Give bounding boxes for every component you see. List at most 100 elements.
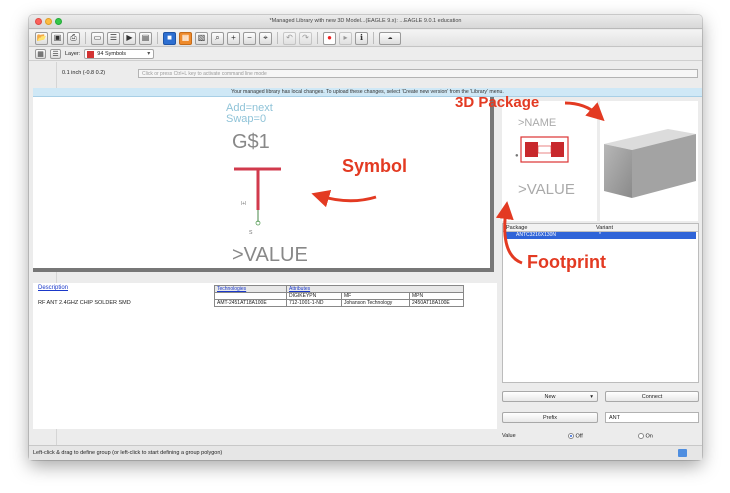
variant-name: *: [599, 232, 601, 238]
prefix-button[interactable]: Prefix: [502, 412, 598, 423]
device-icon[interactable]: ▧: [195, 31, 208, 45]
title-bar: *Managed Library with new 3D Model...(EA…: [29, 15, 702, 29]
layer-value: 94 Symbols: [97, 51, 127, 57]
symbol-canvas[interactable]: Add=next Swap=0 G$1 l+l s >VALUE: [33, 97, 494, 272]
zoom-out-icon[interactable]: −: [243, 31, 256, 45]
value-label: Value: [502, 433, 516, 439]
column-header: MPN: [409, 292, 464, 300]
swap-text: Swap=0: [226, 113, 266, 125]
layer-label: Layer:: [65, 51, 81, 57]
table-row: AMT-2451AT18A100E 712-1001-1-ND Johanson…: [214, 299, 464, 307]
prefix-button-label: Prefix: [542, 415, 558, 421]
status-text: Left-click & drag to define group (or le…: [33, 450, 223, 456]
table-cell: 2450AT18A100E: [409, 299, 464, 307]
zoom-select-icon[interactable]: ⌖: [259, 31, 272, 45]
layer-select[interactable]: 94 Symbols ▾: [84, 49, 155, 59]
zoom-fit-icon[interactable]: ⌕: [211, 31, 224, 45]
status-bar: Left-click & drag to define group (or le…: [29, 445, 702, 460]
description-area: Description RF ANT 2.4GHZ CHIP SOLDER SM…: [33, 283, 499, 429]
table-cell: AMT-2451AT18A100E: [214, 299, 287, 307]
variants-header: Package Variant: [503, 224, 698, 232]
value-row: Value Off On: [502, 433, 699, 442]
book-icon[interactable]: ▭: [91, 31, 104, 45]
attributes-link[interactable]: Attributes: [286, 285, 464, 293]
fusion-icon[interactable]: ☁: [379, 31, 401, 45]
toolbar-divider: [317, 32, 318, 44]
variant-column-header[interactable]: Variant: [593, 224, 613, 231]
list-item[interactable]: ANTC3216X130N *: [505, 232, 696, 239]
symbol-icon[interactable]: ■: [163, 31, 176, 45]
radio-on[interactable]: [638, 433, 644, 439]
footprint-drawing: >NAME ● >VALUE: [515, 117, 575, 198]
layer-settings-icon[interactable]: ☰: [50, 49, 61, 59]
info-icon[interactable]: ℹ: [355, 31, 368, 45]
toolbar-divider: [157, 32, 158, 44]
symbol-drawing: Add=next Swap=0 G$1 l+l s >VALUE: [226, 102, 308, 266]
new-button-label: New: [544, 394, 556, 400]
window-title: *Managed Library with new 3D Model...(EA…: [269, 18, 462, 24]
radio-off[interactable]: [568, 433, 574, 439]
table-cell: Johanson Technology: [341, 299, 410, 307]
local-changes-notice: Your managed library has local changes. …: [33, 88, 702, 97]
package-icon[interactable]: ▦: [179, 31, 192, 45]
grid-icon[interactable]: ▦: [35, 49, 46, 59]
command-line-input[interactable]: Click or press Ctrl+L key to activate co…: [138, 68, 698, 78]
value-off-option[interactable]: Off: [568, 433, 583, 439]
cam-icon[interactable]: ▤: [139, 31, 152, 45]
value-text: >VALUE: [232, 244, 308, 266]
open-icon[interactable]: 📂: [35, 31, 48, 45]
save-icon[interactable]: ▣: [51, 31, 64, 45]
stop-icon[interactable]: ●: [323, 31, 336, 45]
table-columns-row: DIGIKEYPN MF MPN: [214, 292, 464, 300]
command-bar: 0.1 inch (-0.8 0.2) Click or press Ctrl+…: [62, 68, 702, 78]
attributes-table: Technologies Attributes DIGIKEYPN MF MPN…: [214, 285, 464, 307]
pad-1: [525, 142, 538, 157]
layer-color-swatch: [87, 50, 95, 58]
table-header-row: Technologies Attributes: [214, 285, 464, 293]
table-cell: 712-1001-1-ND: [286, 299, 342, 307]
layer-bar: ▦ ☰ Layer: 94 Symbols ▾: [29, 48, 702, 61]
undo-icon[interactable]: ↶: [283, 31, 296, 45]
toolbar-divider: [277, 32, 278, 44]
toolbar-divider: [373, 32, 374, 44]
name-text: >NAME: [518, 117, 556, 129]
column-header: DIGIKEYPN: [286, 292, 342, 300]
3d-model-preview[interactable]: [600, 101, 698, 221]
body-mark: [537, 145, 552, 154]
coordinates-readout: 0.1 inch (-0.8 0.2): [62, 70, 106, 76]
3d-package-annotation: 3D Package: [455, 94, 540, 111]
chevron-down-icon: ▾: [147, 51, 151, 57]
new-button[interactable]: New ▾: [502, 391, 598, 402]
on-label: On: [645, 433, 653, 440]
column-header: MF: [341, 292, 410, 300]
3d-model-drawing: [604, 129, 696, 198]
value-text: >VALUE: [518, 181, 575, 198]
footprint-preview[interactable]: >NAME ● >VALUE: [502, 101, 597, 221]
redo-icon[interactable]: ↷: [299, 31, 312, 45]
pad-marker: ●: [515, 153, 519, 159]
go-icon[interactable]: ▸: [339, 31, 352, 45]
gate-name-text: G$1: [232, 131, 270, 153]
pin-direction-text: l+l: [241, 201, 246, 207]
connect-button-label: Connect: [641, 394, 663, 400]
connect-button[interactable]: Connect: [605, 391, 699, 402]
chevron-down-icon: ▾: [590, 394, 593, 400]
script-icon[interactable]: ☰: [107, 31, 120, 45]
value-on-option[interactable]: On: [638, 433, 653, 439]
prefix-field[interactable]: ANT: [605, 412, 699, 423]
pin-name-text: s: [249, 229, 253, 236]
package-column-header[interactable]: Package: [503, 224, 593, 231]
package-variants-list: Package Variant ANTC3216X130N *: [502, 223, 699, 383]
fusion-sync-icon[interactable]: [678, 449, 687, 457]
print-icon[interactable]: ⎙: [67, 31, 80, 45]
technologies-link[interactable]: Technologies: [214, 285, 287, 293]
footprint-annotation: Footprint: [527, 252, 606, 272]
run-ulp-icon[interactable]: ▶: [123, 31, 136, 45]
table-cell: [214, 292, 287, 300]
symbol-annotation: Symbol: [342, 156, 408, 176]
pad-2: [551, 142, 564, 157]
description-text: RF ANT 2.4GHZ CHIP SOLDER SMD: [38, 300, 131, 306]
zoom-in-icon[interactable]: +: [227, 31, 240, 45]
off-label: Off: [575, 433, 583, 440]
description-link[interactable]: Description: [38, 285, 68, 291]
